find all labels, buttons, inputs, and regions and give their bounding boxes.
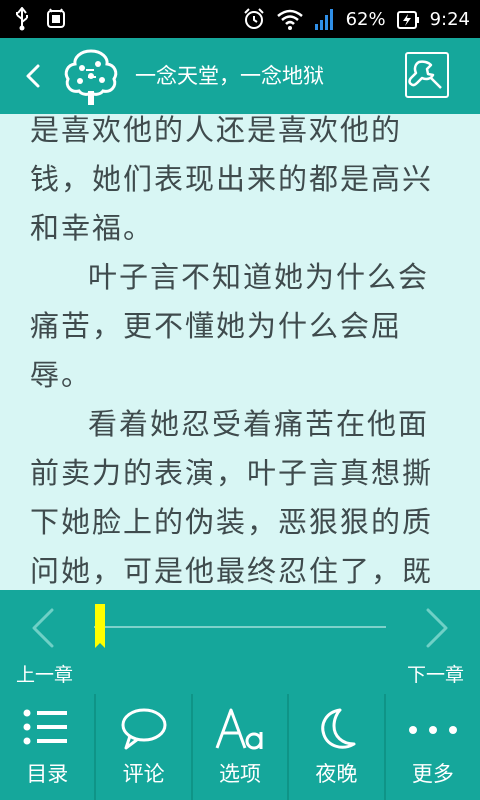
toolbar-label: 评论 [122,762,165,786]
previous-chapter-button[interactable]: 上一章 [16,660,73,687]
progress-slider-track[interactable] [94,626,386,628]
more-icon [408,726,457,734]
more-button[interactable]: 更多 [386,694,480,800]
wrench-icon [408,60,442,89]
clock: 9:24 [429,8,470,30]
toc-button[interactable]: 目录 [0,694,97,800]
signal-icon [314,9,333,30]
usb-icon [16,7,28,31]
android-debug-icon [47,8,65,28]
back-icon[interactable] [20,60,48,92]
wifi-icon [276,9,303,30]
next-chapter-arrow-icon[interactable] [420,606,454,650]
progress-slider-thumb[interactable] [94,604,105,648]
paragraph: 看着她忍受着痛苦在他面前卖力的表演，叶子言真想撕下她脸上的伪装，恶狠狠的质问她，… [30,407,434,588]
paragraph: 叶子言不知道她为什么会痛苦，更不懂她为什么会屈辱。 [30,260,430,392]
comment-icon [121,708,167,750]
status-bar: 62% 9:24 [0,0,480,38]
paragraph: 是喜欢他的人还是喜欢他的钱，她们表现出来的都是高兴和幸福。 [30,114,434,245]
toolbar-label: 选项 [219,762,262,786]
page-title: 一念天堂，一念地狱 [135,64,324,88]
chapter-progress-panel: 上一章 下一章 [0,590,480,694]
font-icon [215,708,263,750]
bottom-toolbar: 目录 评论 选项 夜晚 更多 [0,694,480,800]
next-chapter-button[interactable]: 下一章 [407,660,464,687]
list-icon [23,709,68,745]
night-mode-button[interactable]: 夜晚 [289,694,386,800]
toolbar-label: 目录 [26,762,69,786]
toolbar-label: 夜晚 [315,762,358,786]
settings-button[interactable] [405,52,449,98]
app-header: 一念天堂，一念地狱 [0,38,480,114]
alarm-icon [243,8,264,29]
previous-chapter-arrow-icon[interactable] [26,606,60,650]
comment-button[interactable]: 评论 [96,694,193,800]
tree-logo-icon [64,49,118,105]
moon-icon [321,708,356,749]
reading-area[interactable]: 是喜欢他的人还是喜欢他的钱，她们表现出来的都是高兴和幸福。 叶子言不知道她为什么… [0,114,480,590]
toolbar-label: 更多 [411,762,454,786]
chapter-text: 是喜欢他的人还是喜欢他的钱，她们表现出来的都是高兴和幸福。 叶子言不知道她为什么… [30,114,454,590]
battery-charging-icon [396,11,419,29]
options-button[interactable]: 选项 [193,694,290,800]
battery-percent: 62% [345,8,386,30]
